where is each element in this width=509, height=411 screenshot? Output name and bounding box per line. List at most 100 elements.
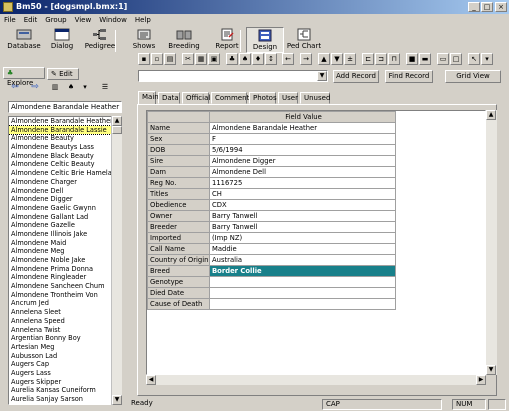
field-value[interactable]: (Imp NZ) <box>209 232 396 244</box>
list-item[interactable]: Almondene Sancheen Chum <box>9 282 121 291</box>
pedigree-button[interactable]: Pedigree <box>76 27 124 53</box>
tab-edit[interactable]: ✎ Edit <box>47 68 79 80</box>
save-icon[interactable]: ▪ <box>138 53 150 65</box>
pointer-icon[interactable]: ↖ <box>468 53 480 65</box>
find-next-icon[interactable]: ♠ <box>239 53 251 65</box>
list-item[interactable]: Almondene Barandale Heather <box>9 117 121 126</box>
field-value[interactable]: CH <box>209 188 396 200</box>
design-button[interactable]: Design <box>246 27 284 53</box>
nav-list-icon[interactable]: ☰ <box>99 82 111 94</box>
list-item[interactable]: Almondene Gazelle <box>9 221 121 230</box>
list-item[interactable]: Augers Cap <box>9 360 121 369</box>
menu-window[interactable]: Window <box>95 14 131 26</box>
list-item[interactable]: Almondene Beauty <box>9 134 121 143</box>
list-item[interactable]: Almondene Maid <box>9 239 121 248</box>
close-button[interactable]: × <box>495 2 507 12</box>
field-value[interactable]: Almondene Barandale Heather <box>209 122 396 134</box>
sort-icon[interactable]: ↕ <box>265 53 277 65</box>
field-value[interactable]: Almondene Digger <box>209 155 396 167</box>
align-left-icon[interactable]: ⊏ <box>362 53 374 65</box>
scroll-up-icon[interactable]: ▲ <box>112 116 122 126</box>
field-value[interactable]: Border Collie <box>209 265 396 277</box>
tab-data[interactable]: Data <box>158 92 180 104</box>
tab-user[interactable]: User <box>278 92 298 104</box>
border-icon[interactable]: □ <box>450 53 462 65</box>
copy-icon[interactable]: ▫ <box>151 53 163 65</box>
move-down-icon[interactable]: ▼ <box>331 53 343 65</box>
menu-help[interactable]: Help <box>131 14 155 26</box>
field-value[interactable]: F <box>209 133 396 145</box>
tab-unused[interactable]: Unused <box>300 92 330 104</box>
ped-chart-button[interactable]: Ped Chart <box>280 27 328 53</box>
move-up-icon[interactable]: ▲ <box>318 53 330 65</box>
list-item[interactable]: Almondene Illinois Jake <box>9 230 121 239</box>
replace-icon[interactable]: ♦ <box>252 53 264 65</box>
list-item[interactable]: Almondene Charger <box>9 178 121 187</box>
scroll-thumb[interactable] <box>112 126 122 134</box>
forward-icon[interactable]: → <box>300 53 312 65</box>
grid-scroll-right-icon[interactable]: ▶ <box>476 375 486 385</box>
chevron-down-icon[interactable]: ▼ <box>317 71 327 81</box>
menu-group[interactable]: Group <box>41 14 70 26</box>
list-item[interactable]: Almondene Celtic Beauty <box>9 160 121 169</box>
list-item[interactable]: Almondene Celtic Brie Hameland T <box>9 169 121 178</box>
field-grid[interactable]: Field Value Name Almondene Barandale Heat… <box>146 110 486 375</box>
field-value[interactable]: Barry Tanwell <box>209 210 396 222</box>
clipboard-icon[interactable]: ▣ <box>208 53 220 65</box>
list-item[interactable]: Augers Lass <box>9 369 121 378</box>
list-item[interactable]: Almondene Barandale Lassie <box>9 124 121 136</box>
fill-icon[interactable]: ▬ <box>419 53 431 65</box>
list-scrollbar[interactable]: ▲ ▼ <box>111 116 122 405</box>
list-item[interactable]: Argentian Bonny Boy <box>9 334 121 343</box>
align-top-icon[interactable]: ⊓ <box>388 53 400 65</box>
grid-scroll-down-icon[interactable]: ▼ <box>486 365 496 375</box>
list-item[interactable]: Annelena Speed <box>9 317 121 326</box>
cut-icon[interactable]: ✂ <box>182 53 194 65</box>
list-item[interactable]: Almondene Trontheim Von <box>9 291 121 300</box>
align-right-icon[interactable]: ⊐ <box>375 53 387 65</box>
list-item[interactable]: Aubusson Lad <box>9 352 121 361</box>
grid-vscrollbar[interactable]: ▲ ▼ <box>486 110 497 375</box>
paste-icon[interactable]: ▦ <box>195 53 207 65</box>
field-value[interactable]: CDX <box>209 199 396 211</box>
list-item[interactable]: Annelena Twist <box>9 326 121 335</box>
menu-file[interactable]: File <box>0 14 20 26</box>
find-record-button[interactable]: Find Record <box>385 70 433 83</box>
field-value[interactable]: 5/6/1994 <box>209 144 396 156</box>
back-icon[interactable]: ← <box>282 53 294 65</box>
tab-photos[interactable]: Photos <box>249 92 277 104</box>
list-item[interactable]: Almondene Beautys Lass <box>9 143 121 152</box>
nav-tree-icon[interactable]: ▥ <box>49 82 61 94</box>
grid-view-button[interactable]: Grid View <box>445 70 501 83</box>
find-icon[interactable]: ♣ <box>226 53 238 65</box>
list-item[interactable]: Artesian Meg <box>9 343 121 352</box>
search-input[interactable]: Almondene Barandale Heather <box>8 101 122 113</box>
list-item[interactable]: Almondene Dell <box>9 187 121 196</box>
zoom-icon[interactable]: ± <box>344 53 356 65</box>
menu-view[interactable]: View <box>71 14 96 26</box>
list-item[interactable]: Almondene Prima Donna <box>9 265 121 274</box>
list-item[interactable]: Almondene Meg <box>9 247 121 256</box>
add-record-button[interactable]: Add Record <box>333 70 379 83</box>
minimize-button[interactable]: _ <box>468 2 480 12</box>
nav-find-icon[interactable]: ♠ <box>65 82 77 94</box>
report-button[interactable]: Report <box>203 27 251 53</box>
list-item[interactable]: Almondene Gaelic Gwynn <box>9 204 121 213</box>
list-item[interactable]: Augers Skipper <box>9 378 121 387</box>
dropdown-icon[interactable]: ▾ <box>481 53 493 65</box>
maximize-button[interactable]: □ <box>481 2 493 12</box>
record-combo[interactable]: ▼ <box>138 70 328 82</box>
bold-icon[interactable]: ■ <box>406 53 418 65</box>
list-item[interactable]: Almondene Gallant Lad <box>9 213 121 222</box>
tab-comments[interactable]: Comments <box>211 92 253 104</box>
list-item[interactable]: Ancrum Jed <box>9 299 121 308</box>
field-value[interactable]: Barry Tanwell <box>209 221 396 233</box>
tab-explore[interactable]: ♣ Explore <box>3 67 45 87</box>
list-item[interactable]: Aurelia Kansas Cuneiform <box>9 386 121 395</box>
field-value[interactable] <box>209 287 396 299</box>
list-item[interactable]: Almondene Ringleader <box>9 273 121 282</box>
nav-forward-icon[interactable]: ⇨ <box>29 82 41 94</box>
breeding-button[interactable]: Breeding <box>160 27 208 53</box>
line-icon[interactable]: ▭ <box>437 53 449 65</box>
list-item[interactable]: Almondene Noble Jake <box>9 256 121 265</box>
